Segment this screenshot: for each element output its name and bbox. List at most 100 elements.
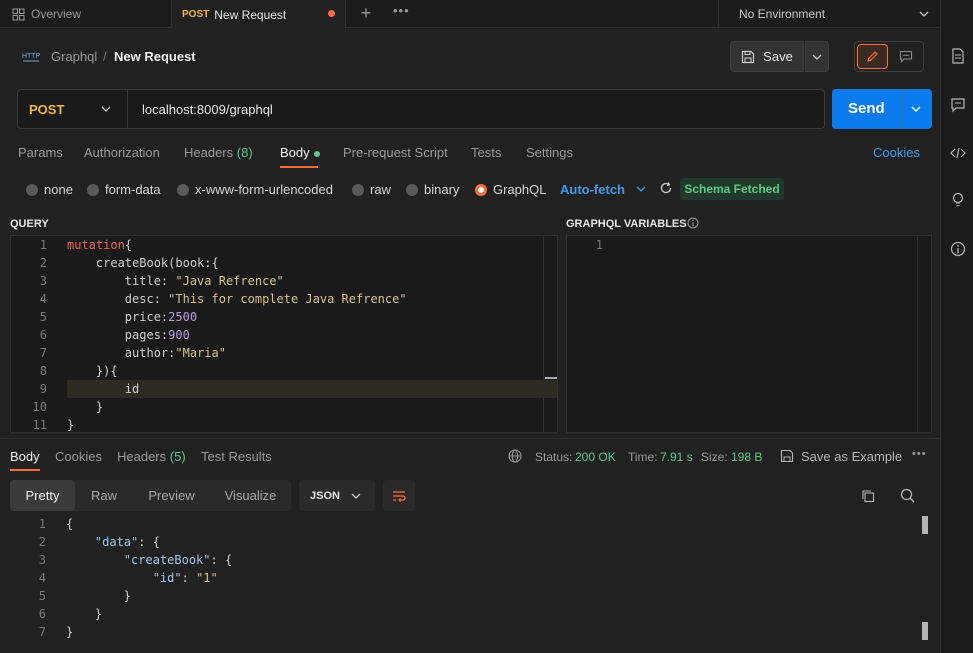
variables-editor[interactable]: 1 — [566, 235, 932, 433]
radio-raw[interactable]: raw — [352, 182, 391, 197]
wrap-lines-button[interactable] — [383, 480, 415, 511]
environment-select[interactable]: No Environment — [718, 0, 940, 28]
radio-circle — [406, 183, 418, 196]
view-mode-preview[interactable]: Preview — [133, 480, 210, 511]
code-line: } — [66, 625, 74, 639]
response-tab-test-results[interactable]: Test Results — [201, 449, 272, 464]
line-number: 9 — [39, 382, 47, 396]
more-tabs-icon[interactable]: ••• — [393, 3, 410, 18]
radio-binary-label: binary — [424, 182, 460, 197]
radio-graphql[interactable]: GraphQL — [475, 182, 546, 197]
radio-form-data-label: form-data — [105, 182, 161, 197]
radio-binary[interactable]: binary — [406, 182, 459, 197]
radio-form-data[interactable]: form-data — [87, 182, 161, 197]
lightbulb-icon[interactable] — [950, 192, 966, 208]
documentation-icon[interactable] — [950, 48, 966, 64]
edit-mode-button[interactable] — [857, 44, 888, 69]
cookies-link[interactable]: Cookies — [873, 145, 920, 160]
code-line: } — [67, 400, 104, 414]
chevron-down-icon — [351, 493, 361, 499]
code-line: } — [66, 589, 132, 603]
tab-overview[interactable]: Overview — [0, 0, 172, 28]
radio-urlencoded[interactable]: x-www-form-urlencoded — [177, 182, 333, 197]
line-number: 6 — [38, 607, 46, 621]
status-label: Status: — [535, 450, 573, 464]
code-line: "data": { — [94, 535, 160, 549]
save-as-example-button[interactable]: Save as Example — [801, 449, 902, 464]
method-label: POST — [29, 101, 65, 117]
code-icon[interactable] — [950, 145, 966, 161]
response-tab-cookies[interactable]: Cookies — [55, 449, 102, 464]
code-line: createBook(book:{ — [67, 256, 219, 270]
code-line: } — [66, 607, 103, 621]
scroll-thumb[interactable] — [922, 516, 928, 534]
tab-pre-request-script[interactable]: Pre-request Script — [343, 145, 448, 160]
more-options-icon[interactable]: ••• — [912, 448, 927, 460]
auto-fetch-select[interactable]: Auto-fetch — [560, 182, 625, 197]
variables-scrollbar[interactable] — [917, 236, 931, 432]
tab-settings[interactable]: Settings — [526, 145, 573, 160]
divider — [0, 438, 940, 439]
breadcrumb-collection[interactable]: Graphql — [51, 49, 97, 64]
send-button[interactable]: Send — [832, 89, 932, 129]
url-input[interactable] — [136, 95, 816, 123]
overview-icon — [12, 8, 25, 20]
schema-status-badge: Schema Fetched — [680, 178, 784, 200]
line-number: 3 — [38, 553, 46, 567]
query-scrollbar[interactable] — [543, 236, 557, 432]
radio-none[interactable]: none — [26, 182, 73, 197]
tab-body-label: Body — [280, 145, 310, 160]
view-mode-visualize[interactable]: Visualize — [210, 480, 291, 511]
scroll-thumb[interactable] — [922, 622, 928, 640]
comments-icon[interactable] — [950, 97, 966, 113]
tab-overview-label: Overview — [31, 7, 82, 21]
chevron-down-icon[interactable] — [636, 184, 646, 194]
response-tab-body[interactable]: Body — [10, 449, 40, 464]
tab-headers-label: Headers — [184, 145, 234, 160]
tab-headers[interactable]: Headers (8) — [184, 145, 253, 160]
code-line: }){ — [67, 364, 118, 378]
response-body-editor[interactable]: 1 {2 "data": {3 "createBook": {4 "id": "1… — [0, 516, 932, 646]
tab-authorization[interactable]: Authorization — [84, 145, 160, 160]
copy-icon[interactable] — [861, 489, 875, 503]
code-line: mutation{ — [67, 238, 133, 252]
radio-urlencoded-label: x-www-form-urlencoded — [195, 182, 333, 197]
comment-mode-button[interactable] — [891, 44, 921, 69]
response-tab-headers-count: (5) — [169, 449, 186, 464]
tab-tests[interactable]: Tests — [471, 145, 501, 160]
pencil-icon — [867, 51, 878, 62]
view-mode-pretty[interactable]: Pretty — [10, 480, 75, 511]
save-button[interactable]: Save — [730, 41, 804, 72]
active-tab-underline — [10, 469, 40, 471]
code-line: { — [66, 517, 74, 531]
code-line: desc: "This for complete Java Refrence" — [67, 292, 407, 306]
query-editor[interactable]: 1 mutation{2 createBook(book:{3 title: "J… — [10, 235, 558, 433]
unsaved-dot-icon — [328, 10, 335, 17]
info-icon[interactable] — [687, 217, 699, 229]
globe-icon[interactable] — [508, 449, 522, 463]
method-select[interactable]: POST — [18, 90, 128, 128]
tab-params[interactable]: Params — [18, 145, 63, 160]
format-select[interactable]: JSON — [299, 480, 375, 511]
chevron-down-icon[interactable] — [911, 104, 921, 114]
time-value[interactable]: 7.91 s — [660, 450, 693, 464]
radio-circle-selected — [475, 183, 487, 196]
tab-body[interactable]: Body — [280, 145, 320, 160]
info-icon[interactable] — [950, 241, 966, 257]
refresh-icon[interactable] — [659, 181, 673, 195]
right-sidebar — [940, 0, 973, 653]
save-options-button[interactable] — [805, 41, 829, 72]
comment-icon — [899, 50, 913, 63]
wrap-icon — [393, 490, 406, 502]
response-tab-headers[interactable]: Headers (5) — [117, 449, 186, 464]
query-panel-title: QUERY — [10, 218, 49, 230]
size-value[interactable]: 198 B — [731, 450, 762, 464]
status-value[interactable]: 200 OK — [575, 450, 616, 464]
view-mode-raw[interactable]: Raw — [75, 480, 133, 511]
search-icon[interactable] — [900, 488, 915, 503]
code-line: id — [67, 382, 140, 396]
new-tab-button[interactable]: + — [357, 4, 375, 22]
line-number: 4 — [38, 571, 46, 585]
tab-new-request[interactable]: POST New Request — [172, 0, 346, 29]
code-line: author:"Maria" — [67, 346, 226, 360]
